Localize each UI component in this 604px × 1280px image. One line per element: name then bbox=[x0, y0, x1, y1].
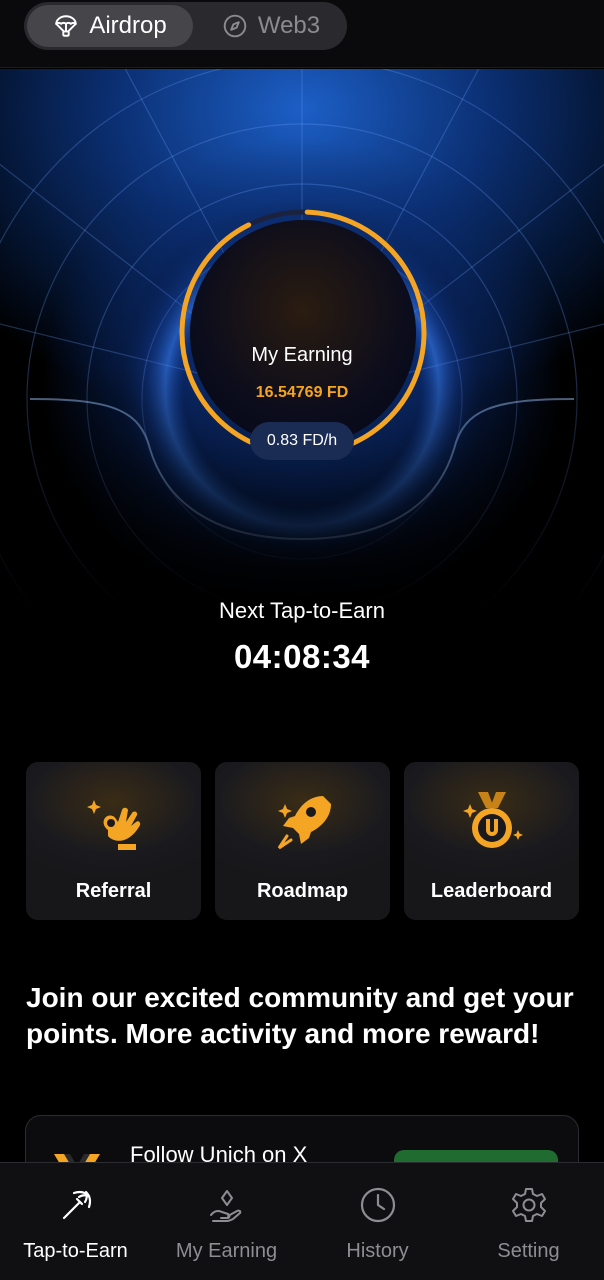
referral-label: Referral bbox=[75, 880, 152, 902]
mode-switch: Airdrop Web3 bbox=[24, 2, 347, 50]
ok-hand-icon bbox=[86, 800, 140, 850]
earning-rate-badge: 0.83 FD/h bbox=[250, 422, 354, 460]
earning-rate-text: 0.83 FD/h bbox=[266, 432, 338, 449]
pickaxe-icon bbox=[62, 1190, 91, 1220]
leaderboard-label: Leaderboard bbox=[430, 880, 553, 902]
top-bar: Airdrop Web3 bbox=[0, 0, 604, 68]
nav-my-earning[interactable]: My Earning bbox=[151, 1163, 302, 1280]
hand-coin-icon bbox=[209, 1190, 241, 1222]
nav-tap-to-earn-label: Tap-to-Earn bbox=[23, 1240, 128, 1262]
leaderboard-card[interactable]: Leaderboard bbox=[404, 762, 579, 920]
roadmap-card[interactable]: Roadmap bbox=[215, 762, 390, 920]
tab-airdrop[interactable]: Airdrop bbox=[27, 5, 193, 47]
nav-history[interactable]: History bbox=[302, 1163, 453, 1280]
bottom-nav: Tap-to-Earn My Earning History Setting bbox=[0, 1162, 604, 1280]
tab-web3[interactable]: Web3 bbox=[196, 2, 346, 50]
compass-icon bbox=[223, 14, 247, 38]
rocket-icon bbox=[277, 796, 331, 850]
next-tap-label: Next Tap-to-Earn bbox=[219, 598, 385, 623]
tab-web3-label: Web3 bbox=[257, 12, 321, 39]
earning-value: 16.54769 FD bbox=[255, 384, 349, 401]
parachute-icon bbox=[55, 15, 78, 37]
nav-my-earning-label: My Earning bbox=[175, 1240, 278, 1262]
clock-icon bbox=[360, 1187, 395, 1223]
community-text: Join our excited community and get your … bbox=[26, 982, 574, 1049]
roadmap-label: Roadmap bbox=[256, 880, 349, 902]
referral-card[interactable]: Referral bbox=[26, 762, 201, 920]
gear-icon bbox=[511, 1188, 546, 1222]
nav-setting-label: Setting bbox=[497, 1240, 560, 1262]
nav-tap-to-earn[interactable]: Tap-to-Earn bbox=[0, 1163, 151, 1280]
nav-history-label: History bbox=[346, 1240, 409, 1262]
tab-airdrop-label: Airdrop bbox=[89, 12, 167, 39]
medal-icon bbox=[462, 792, 523, 848]
nav-setting[interactable]: Setting bbox=[453, 1163, 604, 1280]
countdown-timer: 04:08:34 bbox=[233, 638, 371, 675]
earning-title: My Earning bbox=[251, 344, 353, 366]
earning-progress-ring bbox=[179, 209, 427, 457]
